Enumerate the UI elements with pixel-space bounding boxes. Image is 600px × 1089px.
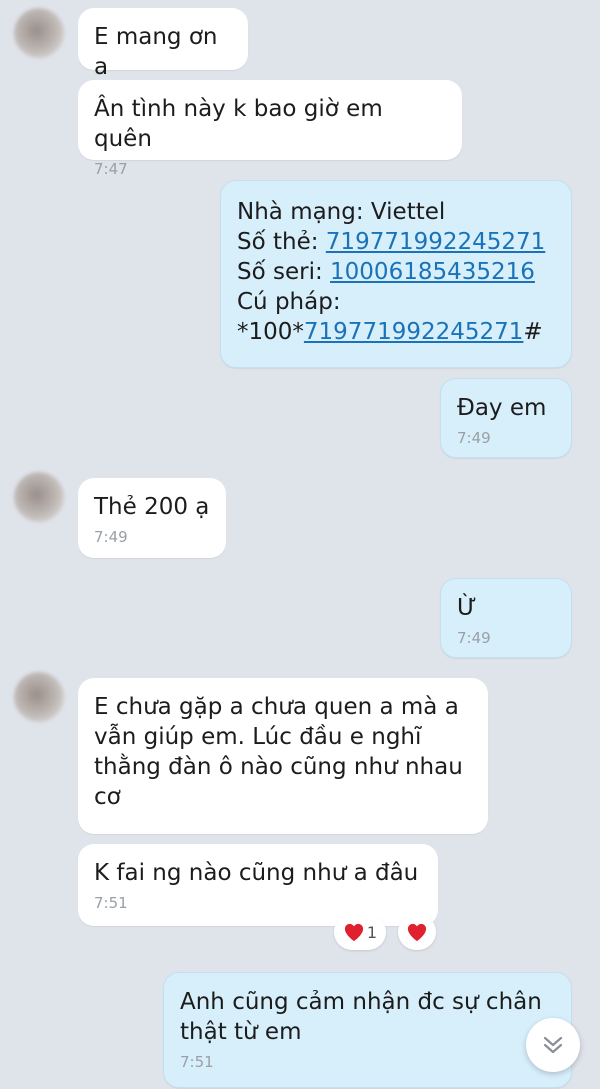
outgoing-message[interactable]: Ừ 7:49: [440, 578, 572, 658]
contact-avatar[interactable]: [14, 672, 64, 722]
heart-icon: [344, 923, 363, 942]
message-time: 7:49: [457, 629, 491, 647]
reaction-count: 1: [366, 922, 378, 942]
outgoing-message[interactable]: Nhà mạng: Viettel Số thẻ: 71977199224527…: [220, 180, 572, 368]
contact-avatar[interactable]: [14, 472, 64, 522]
message-time: 7:51: [94, 894, 128, 912]
incoming-message[interactable]: E mang ơn a: [78, 8, 248, 80]
react-heart-button[interactable]: [398, 914, 436, 950]
heart-icon: [407, 923, 427, 942]
message-text: E chưa gặp a chưa quen a mà a vẫn giúp e…: [94, 694, 463, 810]
syntax-label: Cú pháp:: [237, 289, 341, 315]
outgoing-message[interactable]: Đay em 7:49: [440, 378, 572, 458]
message-text: Ừ: [457, 595, 477, 621]
message-text: Ân tình này k bao giờ em quên: [94, 96, 383, 152]
message-text: Anh cũng cảm nhận đc sự chân thật từ em: [180, 989, 542, 1045]
outgoing-message[interactable]: Anh cũng cảm nhận đc sự chân thật từ em …: [163, 972, 572, 1088]
syntax-code-link[interactable]: 719771992245271: [304, 319, 524, 345]
message-text: E mang ơn a: [94, 24, 218, 80]
message-text: Thẻ 200 ạ: [94, 494, 210, 520]
card-number-line: Số thẻ: 719771992245271: [237, 229, 546, 255]
message-time: 7:49: [457, 429, 491, 447]
message-time: 7:51: [180, 1053, 214, 1071]
contact-avatar[interactable]: [14, 8, 64, 58]
message-time: 7:47: [94, 160, 128, 178]
card-number-link[interactable]: 719771992245271: [326, 229, 546, 255]
incoming-message[interactable]: E chưa gặp a chưa quen a mà a vẫn giúp e…: [78, 678, 488, 834]
message-time: 7:49: [94, 528, 128, 546]
message-text: K fai ng nào cũng như a đâu: [94, 860, 419, 886]
scroll-to-bottom-button[interactable]: [526, 1018, 580, 1072]
message-text: Đay em: [457, 395, 547, 421]
reaction-count-badge[interactable]: 1: [334, 914, 386, 950]
syntax-line: *100*719771992245271#: [237, 319, 543, 345]
serial-line: Số seri: 10006185435216: [237, 259, 535, 285]
carrier-line: Nhà mạng: Viettel: [237, 199, 446, 225]
incoming-message[interactable]: K fai ng nào cũng như a đâu 7:51: [78, 844, 438, 926]
chevron-double-down-icon: [543, 1036, 563, 1054]
incoming-message[interactable]: Thẻ 200 ạ 7:49: [78, 478, 226, 558]
serial-number-link[interactable]: 10006185435216: [330, 259, 535, 285]
incoming-message[interactable]: Ân tình này k bao giờ em quên 7:47: [78, 80, 462, 178]
